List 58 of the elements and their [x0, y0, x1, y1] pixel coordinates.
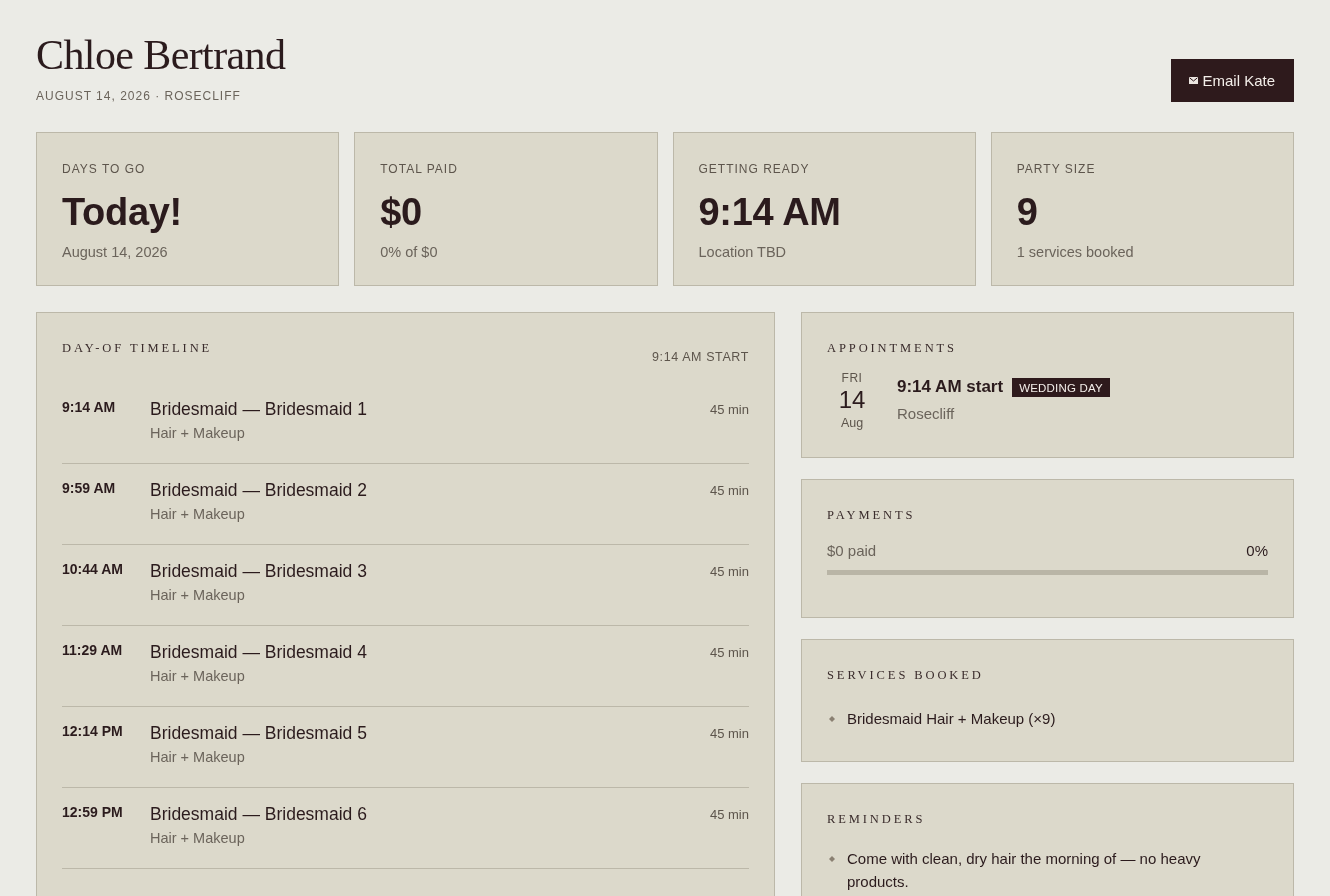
stat-value: 9:14 AM	[698, 190, 842, 235]
appointment-time: 9:14 AM	[62, 398, 117, 417]
date-month: Aug	[840, 415, 864, 431]
appointment-title: Bridesmaid — Bridesmaid 4	[150, 641, 368, 664]
appointment-title: Bridesmaid — Bridesmaid 6	[150, 803, 368, 826]
section-title: PAYMENTS	[827, 507, 917, 524]
stat-value: $0	[380, 190, 423, 235]
stat-note: Location TBD	[698, 243, 788, 262]
service-name: Hair + Makeup	[150, 829, 246, 848]
duration-label: 45 min	[709, 644, 749, 662]
stat-value: Today!	[62, 190, 183, 235]
section-title: SERVICES BOOKED	[827, 667, 985, 684]
appointment-title: Bridesmaid — Bridesmaid 3	[150, 560, 368, 583]
paid-percent: 0%	[1246, 541, 1268, 561]
service-name: Hair + Makeup	[150, 424, 246, 443]
section-title: DAY-OF TIMELINE	[62, 340, 213, 357]
service-name: Hair + Makeup	[150, 505, 246, 524]
service-name: Hair + Makeup	[150, 748, 246, 767]
stat-label: PARTY SIZE	[1016, 161, 1097, 177]
duration-label: 45 min	[709, 482, 749, 500]
stat-note: 0% of $0	[380, 243, 439, 262]
appointment-title: Bridesmaid — Bridesmaid 5	[150, 722, 368, 745]
bullet-icon	[829, 855, 835, 862]
duration-label: 45 min	[709, 563, 749, 581]
client-name: Chloe Bertrand	[36, 31, 286, 80]
section-title: APPOINTMENTS	[827, 340, 958, 357]
event-subtitle: AUGUST 14, 2026 · ROSECLIFF	[36, 88, 242, 104]
stat-note: 1 services booked	[1016, 243, 1135, 262]
duration-label: 45 min	[709, 806, 749, 824]
duration-label: 45 min	[709, 401, 749, 419]
stat-label: GETTING READY	[698, 161, 811, 177]
appointment-location: Rosecliff	[897, 404, 956, 424]
appointment-title: Bridesmaid — Bridesmaid 1	[150, 398, 368, 421]
event-tag: WEDDING DAY	[1012, 377, 1110, 397]
stat-note: August 14, 2026	[62, 243, 169, 262]
appointment-time: 9:59 AM	[62, 479, 117, 498]
service-item: Bridesmaid Hair + Makeup (×9)	[847, 709, 1056, 729]
start-time-label: 9:14 AM START	[652, 349, 749, 366]
appointment-title: Bridesmaid — Bridesmaid 2	[150, 479, 368, 502]
reminder-text: Come with clean, dry hair the morning of — no heavy products.	[847, 849, 1202, 892]
appointment-time: 10:44 AM	[62, 560, 124, 579]
section-title: REMINDERS	[827, 811, 927, 828]
appointment-title: 9:14 AM start	[897, 376, 1004, 398]
appointment-time: 12:14 PM	[62, 722, 124, 741]
stat-label: TOTAL PAID	[380, 161, 459, 177]
date-weekday: FRI	[841, 370, 863, 386]
duration-label: 45 min	[709, 725, 749, 743]
envelope-icon	[1189, 77, 1199, 84]
stat-value: 9	[1016, 190, 1039, 235]
service-name: Hair + Makeup	[150, 667, 246, 686]
service-name: Hair + Makeup	[150, 586, 246, 605]
paid-amount: $0 paid	[827, 541, 877, 561]
appointment-time: 12:59 PM	[62, 803, 124, 822]
stat-label: DAYS TO GO	[62, 161, 147, 177]
bullet-icon	[829, 715, 835, 722]
email-button[interactable]: Email Kate	[1171, 59, 1294, 102]
date-day: 14	[838, 386, 866, 414]
appointment-time: 11:29 AM	[62, 641, 124, 660]
